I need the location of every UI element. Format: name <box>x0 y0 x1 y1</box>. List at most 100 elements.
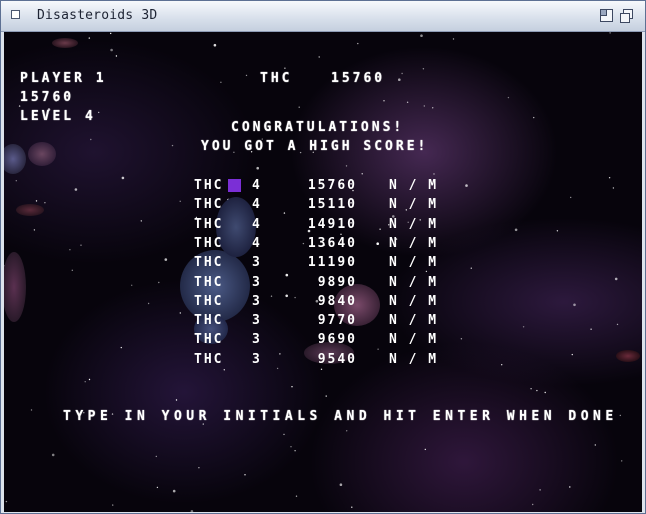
star <box>90 138 92 141</box>
level-label: LEVEL 4 <box>20 109 96 124</box>
congratulations-text: CONGRATULATIONS! <box>231 120 405 135</box>
star <box>213 43 217 47</box>
star <box>424 448 426 451</box>
star <box>539 489 541 491</box>
star <box>609 32 611 34</box>
high-score-row: THC 3 11190 N / M <box>4 255 642 274</box>
star <box>420 34 423 37</box>
star <box>5 500 8 503</box>
star <box>220 81 222 83</box>
row-initials: THC <box>194 235 224 251</box>
high-score-text: YOU GOT A HIGH SCORE! <box>201 139 429 154</box>
star <box>115 55 118 57</box>
row-mode: N / M <box>389 313 439 329</box>
star <box>171 144 174 147</box>
instructions-text: TYPE IN YOUR INITIALS AND HIT ENTER WHEN… <box>63 409 618 424</box>
star <box>110 32 112 35</box>
star <box>594 444 596 446</box>
high-score-row: THC 4 15110 N / M <box>4 197 642 216</box>
row-level: 4 <box>252 235 262 251</box>
star <box>298 106 300 108</box>
star <box>345 165 348 167</box>
row-score: 9770 <box>317 313 357 329</box>
star <box>401 72 403 75</box>
restore-button[interactable] <box>619 8 635 24</box>
row-mode: N / M <box>389 293 439 309</box>
star <box>98 111 100 114</box>
asteroid <box>28 142 56 166</box>
row-level: 4 <box>252 216 262 232</box>
star <box>88 37 91 39</box>
row-level: 3 <box>252 293 262 309</box>
star <box>533 116 535 119</box>
row-level: 3 <box>252 351 262 367</box>
star <box>88 378 91 381</box>
row-level: 3 <box>252 255 262 271</box>
star <box>290 446 292 448</box>
star <box>406 101 409 104</box>
row-score: 13640 <box>307 235 357 251</box>
high-score-row: THC 3 9840 N / M <box>4 294 642 313</box>
star <box>294 450 296 452</box>
high-score-row: THC 3 9540 N / M <box>4 352 642 371</box>
star <box>351 506 353 508</box>
window-title: Disasteroids 3D <box>37 8 158 23</box>
player-score: 15760 <box>20 90 75 105</box>
row-initials: THC <box>194 313 224 329</box>
star <box>30 409 33 411</box>
row-score: 11190 <box>307 255 357 271</box>
row-level: 4 <box>252 178 262 193</box>
star <box>245 74 248 77</box>
star <box>619 414 621 417</box>
app-window: Disasteroids 3D PLAYER 1 15760 LEVEL 4 T… <box>0 0 646 514</box>
star <box>530 388 532 390</box>
row-initials: THC <box>194 332 224 348</box>
row-mode: N / M <box>389 351 439 367</box>
row-mode: N / M <box>389 235 439 251</box>
star <box>536 389 538 392</box>
row-score: 15110 <box>307 197 357 213</box>
star <box>432 107 434 109</box>
top-score-value: 15760 <box>331 71 386 86</box>
star <box>283 433 285 436</box>
star <box>346 430 348 432</box>
asteroid <box>52 38 78 48</box>
star <box>18 105 21 107</box>
title-bar[interactable]: Disasteroids 3D <box>1 1 645 32</box>
row-level: 3 <box>252 313 262 329</box>
row-score: 14910 <box>307 216 357 232</box>
star <box>423 105 425 107</box>
star <box>295 495 298 497</box>
star <box>621 460 623 462</box>
row-mode: N / M <box>389 332 439 348</box>
star <box>155 455 157 458</box>
star <box>361 173 363 175</box>
game-canvas[interactable]: PLAYER 1 15760 LEVEL 4 THC 15760 CONGRAT… <box>4 32 642 512</box>
star <box>175 399 178 401</box>
high-score-row: THC 3 9890 N / M <box>4 275 642 294</box>
star <box>398 78 401 81</box>
row-score: 9690 <box>317 332 357 348</box>
row-level: 3 <box>252 274 262 290</box>
star <box>433 173 435 175</box>
star <box>156 486 159 489</box>
restore-icon-front <box>620 13 630 23</box>
star <box>110 48 113 52</box>
high-score-row: THC 4 14910 N / M <box>4 217 642 236</box>
star <box>532 503 534 506</box>
high-score-row: THC 4 15760 N / M <box>4 178 642 197</box>
star <box>84 381 86 383</box>
maximize-button[interactable] <box>599 8 615 24</box>
row-initials: THC <box>194 197 224 213</box>
window-menu-icon[interactable] <box>11 10 20 19</box>
high-score-row: THC 3 9690 N / M <box>4 332 642 351</box>
row-initials: THC <box>194 255 224 271</box>
maximize-icon-inner <box>600 9 607 16</box>
star <box>198 467 200 469</box>
high-score-row: THC 3 9770 N / M <box>4 313 642 332</box>
row-initials: THC <box>194 178 224 193</box>
star <box>383 100 385 102</box>
star <box>51 453 55 457</box>
row-mode: N / M <box>389 197 439 213</box>
star <box>507 96 510 99</box>
